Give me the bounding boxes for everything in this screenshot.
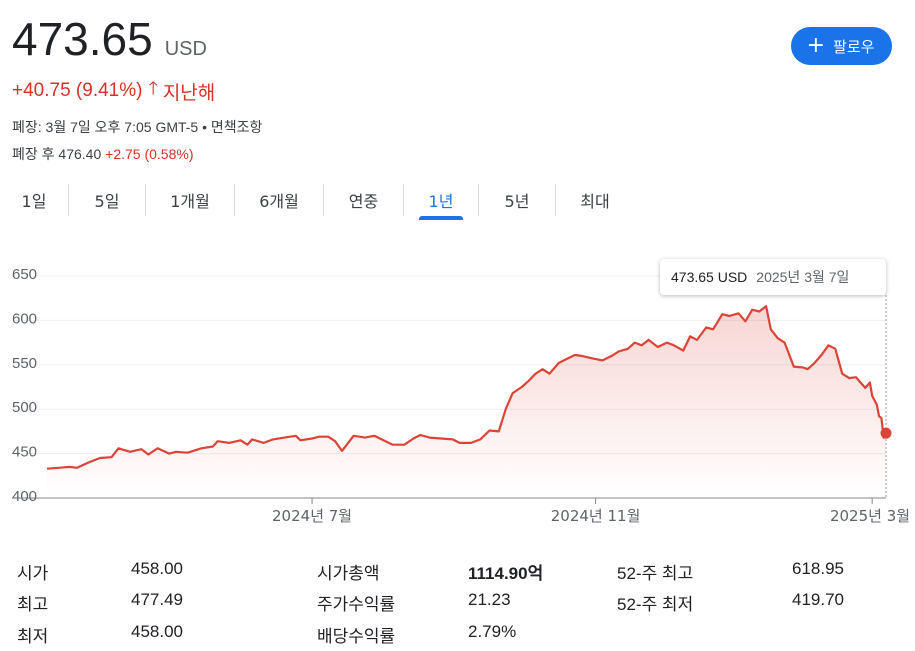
- stat-label-52w-high: 52-주 최고: [617, 564, 694, 583]
- stat-value-high: 477.49: [131, 590, 183, 609]
- range-tabs: 1일 5일 1개월 6개월 연중 1년 5년 최대: [0, 180, 634, 220]
- stat-label-low: 최저: [17, 627, 49, 646]
- tab-1d[interactable]: 1일: [0, 180, 68, 220]
- stat-label-52w-low: 52-주 최저: [617, 595, 694, 614]
- stat-label-dividend-yield: 배당수익률: [317, 627, 396, 646]
- stat-value-52w-high: 618.95: [792, 559, 844, 578]
- price-header: 473.65 USD: [12, 12, 207, 66]
- change-period: 지난해: [162, 82, 216, 104]
- closed-info-text: 폐장: 3월 7일 오후 7:05 GMT-5 • 면책조항: [12, 119, 263, 135]
- y-tick-label: 400: [12, 488, 37, 505]
- plus-icon: +: [806, 33, 826, 58]
- x-tick-label: 2025년 3월: [830, 507, 910, 525]
- stat-label-pe-ratio: 주가수익률: [317, 595, 396, 614]
- tab-6m[interactable]: 6개월: [235, 180, 323, 220]
- stat-value-open: 458.00: [131, 559, 183, 578]
- arrow-up-icon: 🡑: [148, 78, 158, 98]
- after-hours-change: +2.75 (0.58%): [105, 146, 194, 162]
- y-tick-label: 650: [12, 266, 37, 283]
- follow-button-label: 팔로우: [833, 37, 875, 56]
- tab-5d[interactable]: 5일: [69, 180, 145, 220]
- x-tick-label: 2024년 7월: [272, 507, 352, 525]
- stat-value-dividend-yield: 2.79%: [468, 622, 517, 641]
- stat-label-high: 최고: [17, 595, 49, 614]
- after-hours-info: 폐장 후 476.40 +2.75 (0.58%): [12, 144, 193, 164]
- closed-info: 폐장: 3월 7일 오후 7:05 GMT-5 • 면책조항: [12, 117, 262, 137]
- y-axis: 400 450 500 550 600 650: [12, 266, 37, 505]
- x-tick-label: 2024년 11월: [551, 507, 641, 525]
- price-chart[interactable]: 400 450 500 550 600 650 2024년 7월 2024년 11월 2025…: [0, 255, 915, 530]
- tooltip-date: 2025년 3월 7일: [756, 269, 850, 285]
- tab-max[interactable]: 최대: [556, 180, 634, 220]
- after-hours-price: 폐장 후 476.40: [12, 146, 102, 162]
- tab-ytd[interactable]: 연중: [324, 180, 403, 220]
- currency-label: USD: [164, 38, 207, 60]
- current-price: 473.65: [12, 13, 153, 65]
- y-tick-label: 550: [12, 355, 37, 372]
- stat-value-low: 458.00: [131, 622, 183, 641]
- y-tick-label: 600: [12, 310, 37, 327]
- tab-1m[interactable]: 1개월: [146, 180, 234, 220]
- x-axis: 2024년 7월 2024년 11월 2025년 3월: [272, 498, 910, 525]
- price-change: +40.75 (9.41%) 🡑 지난해: [12, 76, 215, 106]
- stat-value-pe-ratio: 21.23: [468, 590, 511, 609]
- change-value: +40.75 (9.41%): [12, 80, 143, 101]
- tab-1y[interactable]: 1년: [404, 180, 478, 220]
- chart-tooltip: 473.65 USD 2025년 3월 7일: [660, 259, 886, 295]
- hover-point: [880, 427, 892, 439]
- price-area: [47, 306, 886, 498]
- stat-value-market-cap: 1114.90억: [468, 564, 544, 583]
- stat-value-52w-low: 419.70: [792, 590, 844, 609]
- tab-5y[interactable]: 5년: [479, 180, 555, 220]
- tooltip-price: 473.65 USD: [671, 269, 748, 285]
- y-tick-label: 450: [12, 444, 37, 461]
- stat-label-market-cap: 시가총액: [317, 564, 380, 583]
- y-tick-label: 500: [12, 399, 37, 416]
- follow-button[interactable]: + 팔로우: [791, 27, 892, 65]
- stat-label-open: 시가: [17, 564, 49, 583]
